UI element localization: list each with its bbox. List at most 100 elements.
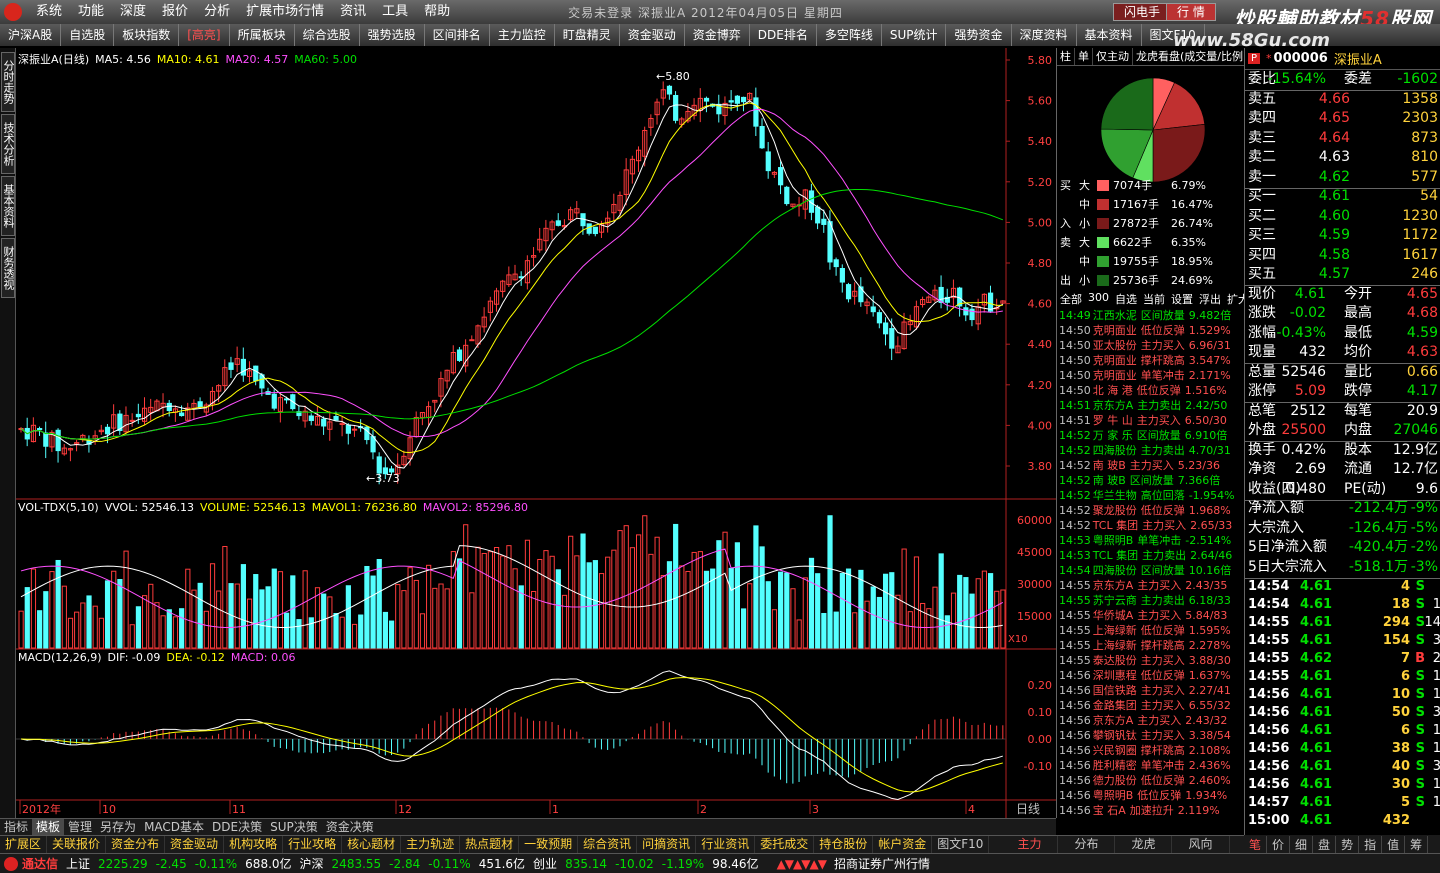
quote-mode-tab[interactable]: 价 (1267, 835, 1291, 853)
alert-filter[interactable]: 浮出 (1196, 291, 1224, 307)
alert-row[interactable]: 14:56 京东方A 主力买入 2.43/32 (1059, 713, 1245, 728)
menu-item[interactable]: 帮助 (416, 0, 458, 24)
template-tab[interactable]: 管理 (64, 819, 96, 835)
order-book-row[interactable]: 卖三 4.64 873 (1248, 129, 1438, 149)
toolbar-tab[interactable]: 所属板块 (230, 24, 295, 46)
menu-item[interactable]: 系统 (28, 0, 70, 24)
template-tab[interactable]: 指标 (0, 819, 32, 835)
extension-tab[interactable]: 行业资讯 (696, 836, 756, 853)
template-tab[interactable]: DDE决策 (208, 819, 266, 835)
template-tab[interactable]: 资金决策 (322, 819, 378, 835)
alert-filter[interactable]: 当前 (1140, 291, 1168, 307)
left-tab[interactable]: 技术分析 (1, 114, 15, 174)
extension-tab[interactable]: 帐户资金 (873, 836, 933, 853)
alert-row[interactable]: 14:50 北 海 港低位反弹 1.516% (1059, 383, 1245, 398)
toolbar-tab[interactable]: [高亮] (179, 24, 230, 46)
extension-tab[interactable]: 主力轨迹 (401, 836, 461, 853)
alert-row[interactable]: 14:50 克明面业 单笔冲击 2.171% (1059, 368, 1245, 383)
chart-canvas[interactable]: 5.80 5.60 5.40 5.20 5.00 4.80 4.60 4.40 4.20 4.00… (16, 48, 1056, 818)
extension-tab[interactable]: 一致预期 (519, 836, 579, 853)
quote-mode-tab[interactable]: 值 (1382, 835, 1406, 853)
order-book-row[interactable]: 卖四 4.65 2303 (1248, 109, 1438, 129)
flow-mode-tab[interactable]: 分布 (1058, 836, 1116, 853)
toolbar-tab[interactable]: 基本资料 (1077, 24, 1142, 46)
flow-mode-tab[interactable]: 龙虎 (1115, 836, 1173, 853)
flow-mode-tab[interactable]: 主力 (1001, 836, 1059, 853)
alert-row[interactable]: 14:56 粤照明B 低位反弹 1.934% (1059, 788, 1245, 803)
alert-filter[interactable]: 自选 (1112, 291, 1140, 307)
extension-tab[interactable]: 综合资讯 (578, 836, 638, 853)
sh-value[interactable]: 2225.29 (98, 857, 148, 871)
alert-row[interactable]: 14:56 国信铁路 主力买入 2.27/41 (1059, 683, 1245, 698)
order-book-row[interactable]: 买四 4.58 1617 (1248, 246, 1438, 266)
order-book-row[interactable]: 买二 4.60 1230 (1248, 207, 1438, 227)
quote-mode-tab[interactable]: 势 (1336, 835, 1360, 853)
toolbar-tab[interactable]: 资金驱动 (620, 24, 685, 46)
alert-row[interactable]: 14:56 金路集团 主力买入 6.55/32 (1059, 698, 1245, 713)
alert-row[interactable]: 14:52 南 玻B 主力买入 5.23/36 (1059, 458, 1245, 473)
template-tab[interactable]: SUP决策 (266, 819, 322, 835)
quote-mode-tab[interactable]: 盘 (1313, 835, 1337, 853)
extension-tab[interactable]: 资金驱动 (165, 836, 225, 853)
alert-row[interactable]: 14:52 南 玻B 区间放量 7.366倍 (1059, 473, 1245, 488)
left-tab[interactable]: 分时走势 (1, 52, 15, 112)
order-book-row[interactable]: 卖五 4.66 1358 (1248, 90, 1438, 110)
menu-item[interactable]: 深度 (112, 0, 154, 24)
quote-mode-tab[interactable]: 笔 (1244, 835, 1268, 853)
quote-mode-tab[interactable]: 细 (1290, 835, 1314, 853)
alert-row[interactable]: 14:52 聚龙股份 低位反弹 1.968% (1059, 503, 1245, 518)
left-tab[interactable]: 基本资料 (1, 176, 15, 236)
hs-value[interactable]: 2483.55 (332, 857, 382, 871)
alert-row[interactable]: 14:52 华兰生物 高位回落 -1.954% (1059, 488, 1245, 503)
left-tab[interactable]: 财务透视 (1, 238, 15, 298)
toolbar-tab[interactable]: 主力监控 (490, 24, 555, 46)
alert-row[interactable]: 14:53 TCL 集团 主力卖出 2.64/46 (1059, 548, 1245, 563)
alert-row[interactable]: 14:52 四海股份 主力卖出 4.70/31 (1059, 443, 1245, 458)
menu-item[interactable]: 工具 (374, 0, 416, 24)
extension-tab[interactable]: 问摘资讯 (637, 836, 697, 853)
alert-row[interactable]: 14:50 克明面业 撑杆跳高 3.547% (1059, 353, 1245, 368)
toolbar-tab[interactable]: DDE排名 (750, 24, 817, 46)
alert-row[interactable]: 14:53 粤照明B 单笔冲击 -2.514% (1059, 533, 1245, 548)
kline-chart-area[interactable]: 深振业A(日线) MA5: 4.56 MA10: 4.61 MA20: 4.57 MA6… (16, 48, 1056, 818)
alert-row[interactable]: 14:55 京东方A 主力买入 2.43/35 (1059, 578, 1245, 593)
flow-mode-tab[interactable]: 风向 (1172, 836, 1230, 853)
order-book-row[interactable]: 卖二 4.63 810 (1248, 148, 1438, 168)
extension-tab[interactable]: 机构攻略 (224, 836, 284, 853)
flow-tab[interactable]: 单 (1075, 48, 1093, 65)
toolbar-tab[interactable]: 资金博弈 (685, 24, 750, 46)
template-tab[interactable]: 模板 (32, 819, 65, 835)
order-book-row[interactable]: 卖一 4.62 577 (1248, 168, 1438, 188)
toolbar-tab[interactable]: 综合选股 (295, 24, 360, 46)
toolbar-tab[interactable]: 自选股 (61, 24, 115, 46)
quote-mode-tab[interactable]: 指 (1359, 835, 1383, 853)
flash-trade-button[interactable]: 闪电手 (1113, 3, 1172, 21)
quote-button[interactable]: 行 情 (1166, 3, 1216, 21)
alert-filter[interactable]: 设置 (1168, 291, 1196, 307)
flow-tab[interactable]: 仅主动 (1093, 48, 1133, 65)
toolbar-tab[interactable]: 强势资金 (946, 24, 1012, 46)
menu-item[interactable]: 分析 (196, 0, 238, 24)
alert-row[interactable]: 14:55 华侨城A 主力买入 5.84/83 (1059, 608, 1245, 623)
toolbar-tab[interactable]: 强势选股 (360, 24, 425, 46)
alert-row[interactable]: 14:51 罗 牛 山主力买入 6.50/30 (1059, 413, 1245, 428)
order-book-row[interactable]: 买五 4.57 246 (1248, 265, 1438, 285)
quote-mode-tab[interactable]: 筹 (1405, 835, 1429, 853)
toolbar-tab[interactable]: 多空阵线 (817, 24, 882, 46)
toolbar-tab[interactable]: 板块指数 (114, 24, 180, 46)
alert-row[interactable]: 14:50 亚太股份 主力买入 6.96/31 (1059, 338, 1245, 353)
extension-tab[interactable]: 持仓股份 (814, 836, 874, 853)
order-book-row[interactable]: 买一 4.61 54 (1248, 187, 1438, 207)
menu-item[interactable]: 资讯 (332, 0, 374, 24)
extension-tab[interactable]: 行业攻略 (283, 836, 343, 853)
alert-filter[interactable]: 扩大 (1224, 291, 1245, 307)
alert-row[interactable]: 14:56 宝 石A 加速拉升 2.119% (1059, 803, 1245, 818)
alert-row[interactable]: 14:50 克明面业 低位反弹 1.529% (1059, 323, 1245, 338)
alert-row[interactable]: 14:55 苏宁云商 主力卖出 6.18/33 (1059, 593, 1245, 608)
alert-row[interactable]: 14:55 泰达股份 主力买入 3.88/30 (1059, 653, 1245, 668)
alert-row[interactable]: 14:55 上海绿新 撑杆跳高 2.278% (1059, 638, 1245, 653)
extension-tab[interactable]: 委托成交 (755, 836, 815, 853)
template-tab[interactable]: 另存为 (96, 819, 140, 835)
alert-filter[interactable]: 全部 (1057, 291, 1085, 307)
flow-tab[interactable]: 龙虎看盘(成交量/比例) (1133, 48, 1244, 65)
